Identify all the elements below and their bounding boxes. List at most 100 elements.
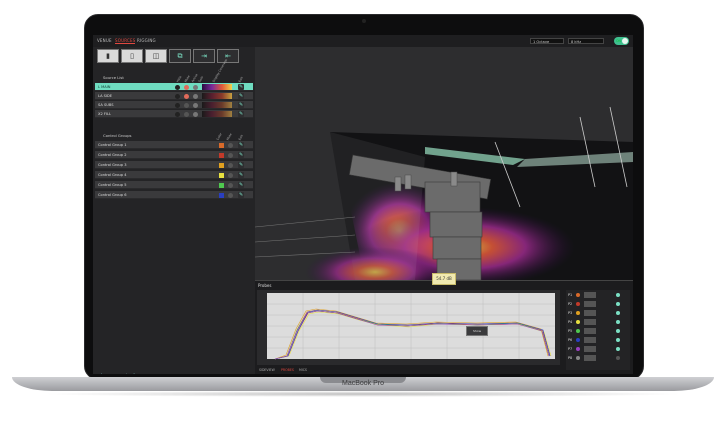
source-row[interactable]: L MAIN ✎ (95, 83, 253, 91)
probe-toggle-dot[interactable] (616, 347, 620, 351)
probe-value-box (584, 301, 596, 307)
probe-row[interactable]: P7 (568, 346, 628, 353)
mute-dot[interactable] (184, 111, 189, 117)
edit-button[interactable]: ✎ (238, 172, 244, 178)
source-row[interactable]: LA SIDE ✎ (95, 92, 253, 100)
pencil-icon: ✎ (239, 162, 244, 168)
solo-dot[interactable] (193, 111, 198, 117)
control-group-row[interactable]: Control Group 5 ✎ (95, 181, 253, 189)
coverage-swatch[interactable] (202, 111, 232, 117)
probe-toggle-dot[interactable] (616, 302, 620, 306)
probe-color-dot (576, 293, 580, 297)
brightness-icon[interactable]: ☼ (123, 373, 131, 374)
control-group-label: Control Group 1 (98, 142, 127, 147)
hide-dot[interactable] (175, 93, 180, 99)
group-color-swatch[interactable] (219, 152, 224, 158)
probe-label: P3 (568, 311, 573, 315)
frequency-select[interactable]: 8 kHz (568, 38, 604, 44)
show-collision-button[interactable]: Show Collision (466, 326, 488, 341)
hide-dot[interactable] (175, 111, 180, 117)
probe-row[interactable]: P5 (568, 328, 628, 335)
probe-row[interactable]: P6 (568, 337, 628, 344)
control-group-row[interactable]: Control Group 1 ✎ (95, 141, 253, 149)
tab-sources[interactable]: SOURCES (115, 38, 136, 44)
export-icon[interactable]: ⇤ (217, 49, 239, 63)
edit-button[interactable]: ✎ (238, 111, 244, 117)
tab-mics[interactable]: MICS (299, 368, 307, 372)
venue-render (255, 47, 633, 280)
probe-toggle-dot[interactable] (616, 356, 620, 360)
probes-panel: Probes SIDEVIEW PROBES MICS P1 P2 P3 P4 … (255, 280, 633, 374)
array-icon[interactable]: ▯ (121, 49, 143, 63)
tab-rigging[interactable]: RIGGING (137, 38, 156, 43)
mute-dot[interactable] (184, 93, 189, 99)
group-mute-dot[interactable] (228, 192, 233, 198)
solo-dot[interactable] (193, 93, 198, 99)
group-mute-dot[interactable] (228, 172, 233, 178)
edit-button[interactable]: ✎ (238, 162, 244, 168)
coverage-swatch[interactable] (202, 102, 232, 108)
probe-row[interactable]: P2 (568, 301, 628, 308)
edit-button[interactable]: ✎ (238, 84, 244, 90)
tab-sideview[interactable]: SIDEVIEW (259, 368, 275, 372)
probe-toggle-dot[interactable] (616, 320, 620, 324)
control-group-label: Control Group 5 (98, 182, 127, 187)
probe-toggle-dot[interactable] (616, 329, 620, 333)
source-row[interactable]: SA SUBS ✎ (95, 101, 253, 109)
edit-button[interactable]: ✎ (238, 152, 244, 158)
probe-row[interactable]: P8 (568, 355, 628, 362)
group-color-swatch[interactable] (219, 162, 224, 168)
edit-button[interactable]: ✎ (238, 192, 244, 198)
response-plot (267, 293, 555, 360)
edit-button[interactable]: ✎ (238, 102, 244, 108)
probe-row[interactable]: P4 (568, 319, 628, 326)
mute-dot[interactable] (184, 84, 189, 90)
control-group-row[interactable]: Control Group 2 ✎ (95, 151, 253, 159)
group-mute-dot[interactable] (228, 162, 233, 168)
edit-button[interactable]: ✎ (238, 142, 244, 148)
3d-viewport[interactable] (255, 47, 633, 280)
group-mute-dot[interactable] (228, 152, 233, 158)
dark-mode-icon[interactable]: ☾ (132, 373, 140, 374)
speaker-icon[interactable]: ▮ (97, 49, 119, 63)
probe-label: P1 (568, 293, 573, 297)
solo-dot[interactable] (193, 102, 198, 108)
probe-value-tooltip: 54.7 dB (432, 273, 456, 285)
solo-dot[interactable] (193, 84, 198, 90)
group-mute-dot[interactable] (228, 142, 233, 148)
group-color-swatch[interactable] (219, 192, 224, 198)
control-group-label: Control Group 3 (98, 162, 127, 167)
import-icon[interactable]: ⇥ (193, 49, 215, 63)
tab-probes[interactable]: PROBES (281, 368, 294, 372)
control-group-row[interactable]: Control Group 4 ✎ (95, 171, 253, 179)
probe-label: P7 (568, 347, 573, 351)
source-label: L MAIN (98, 84, 111, 89)
control-group-row[interactable]: Control Group 6 ✎ (95, 191, 253, 199)
probe-value-box (584, 328, 596, 334)
coverage-swatch[interactable] (202, 93, 232, 99)
edit-button[interactable]: ✎ (238, 182, 244, 188)
subwoofer-icon[interactable]: ◫ (145, 49, 167, 63)
group-mute-dot[interactable] (228, 182, 233, 188)
hide-dot[interactable] (175, 102, 180, 108)
group-color-swatch[interactable] (219, 172, 224, 178)
mute-dot[interactable] (184, 102, 189, 108)
coverage-swatch[interactable] (202, 84, 232, 90)
control-group-row[interactable]: Control Group 3 ✎ (95, 161, 253, 169)
probe-label: P8 (568, 356, 573, 360)
resolution-select[interactable]: 1 Octave (530, 38, 564, 44)
group-color-swatch[interactable] (219, 142, 224, 148)
probe-toggle-dot[interactable] (616, 338, 620, 342)
source-row[interactable]: X2 FILL ✎ (95, 110, 253, 118)
probe-toggle-dot[interactable] (616, 293, 620, 297)
probe-toggle-dot[interactable] (616, 311, 620, 315)
probe-label: P6 (568, 338, 573, 342)
edit-button[interactable]: ✎ (238, 93, 244, 99)
probe-row[interactable]: P1 (568, 292, 628, 299)
hide-dot[interactable] (175, 84, 180, 90)
group-color-swatch[interactable] (219, 182, 224, 188)
frequency-response-chart (257, 290, 560, 365)
tab-venue[interactable]: VENUE (97, 38, 112, 43)
probe-row[interactable]: P3 (568, 310, 628, 317)
folder-open-icon[interactable]: ⧉ (169, 49, 191, 63)
